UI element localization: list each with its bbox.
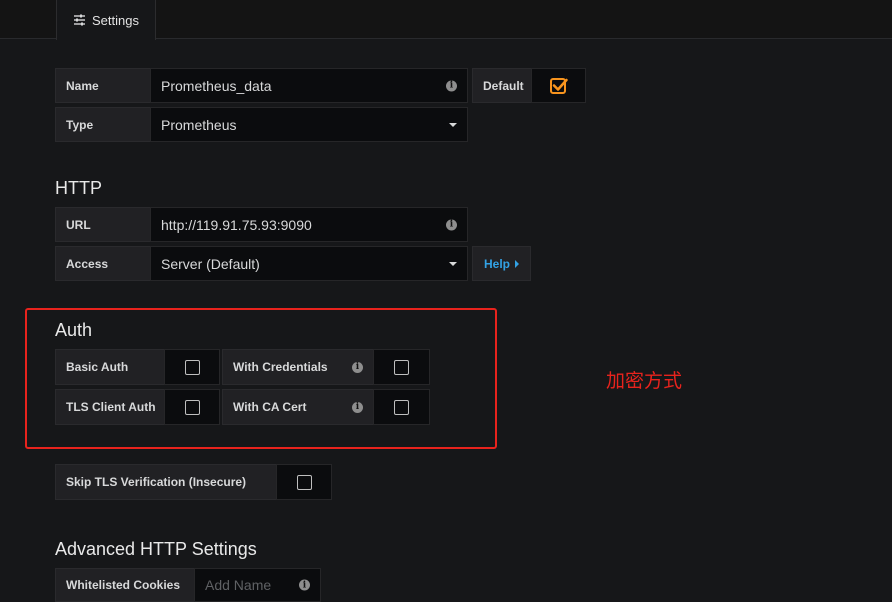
- info-icon[interactable]: i: [446, 219, 457, 230]
- tab-settings[interactable]: Settings: [56, 0, 156, 40]
- annotation-text: 加密方式: [606, 370, 683, 392]
- annotation-highlight-box: [25, 308, 497, 449]
- access-select[interactable]: Server (Default): [150, 246, 468, 281]
- access-label: Access: [55, 246, 151, 281]
- checked-checkbox-icon[interactable]: [549, 77, 568, 95]
- info-icon[interactable]: i: [446, 80, 457, 91]
- name-value: Prometheus_data: [161, 77, 272, 94]
- sliders-icon: [74, 14, 85, 26]
- type-select[interactable]: Prometheus: [150, 107, 468, 142]
- skip-tls-checkbox[interactable]: [296, 474, 312, 490]
- add-cookie-name-input[interactable]: Add Name i: [194, 568, 321, 602]
- default-label: Default: [472, 68, 532, 103]
- url-input[interactable]: http://119.91.75.93:9090 i: [150, 207, 468, 242]
- chevron-right-icon: [515, 259, 519, 268]
- default-checkbox-cell[interactable]: [531, 68, 586, 103]
- advanced-section-title: Advanced HTTP Settings: [55, 539, 257, 559]
- add-name-placeholder: Add Name: [205, 577, 272, 593]
- whitelisted-cookies-label: Whitelisted Cookies: [55, 568, 195, 602]
- type-label: Type: [55, 107, 151, 142]
- skip-tls-label: Skip TLS Verification (Insecure): [55, 464, 277, 500]
- name-label: Name: [55, 68, 151, 103]
- name-input[interactable]: Prometheus_data i: [150, 68, 468, 103]
- tab-settings-label: Settings: [92, 12, 139, 28]
- help-label: Help: [483, 256, 510, 271]
- http-section-title: HTTP: [55, 178, 102, 198]
- chevron-down-icon: [449, 122, 457, 127]
- help-button[interactable]: Help: [472, 246, 531, 281]
- skip-tls-checkbox-cell[interactable]: [276, 464, 332, 500]
- info-icon[interactable]: i: [299, 579, 310, 591]
- type-value: Prometheus: [161, 116, 237, 133]
- url-value: http://119.91.75.93:9090: [161, 216, 312, 233]
- access-value: Server (Default): [161, 255, 260, 272]
- chevron-down-icon: [449, 261, 457, 266]
- top-tab-bar: Settings: [0, 0, 892, 40]
- url-label: URL: [55, 207, 151, 242]
